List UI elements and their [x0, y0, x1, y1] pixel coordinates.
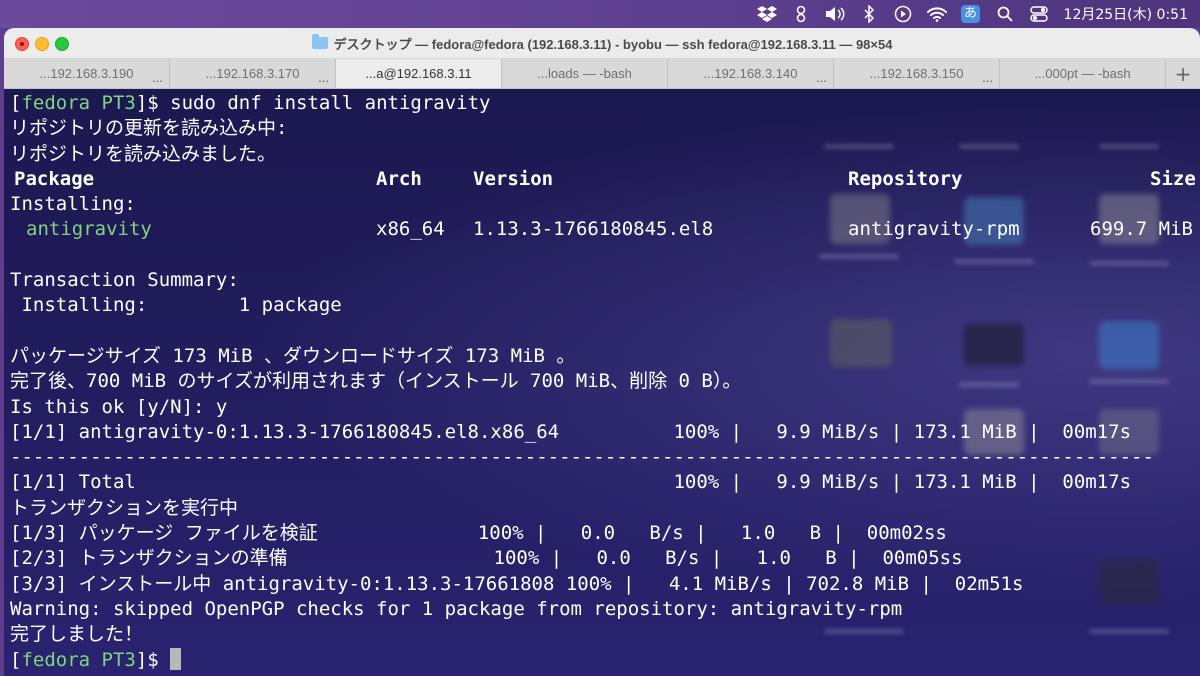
search-icon[interactable]	[991, 0, 1019, 28]
tab-label: ...192.168.3.190	[39, 66, 134, 81]
output-line: パッケージサイズ 173 MiB 、ダウンロードサイズ 173 MiB 。	[10, 344, 576, 367]
window-title-wrap: デスクトップ — fedora@fedora (192.168.3.11) - …	[311, 34, 893, 53]
output-line: [2/3] トランザクションの準備 100% | 0.0 B/s | 1.0 B…	[10, 547, 963, 570]
output-line: トランザクションを実行中	[10, 496, 239, 519]
prompt-open: [	[10, 92, 22, 114]
menu-bar: あ 12月25日(木) 0:51	[0, 0, 1200, 28]
terminal-content[interactable]: [fedora PT3]$ sudo dnf install antigravi…	[4, 89, 1200, 676]
tab-label: ...loads — -bash	[537, 66, 632, 81]
output-line: リポジトリの更新を読み込み中:	[10, 117, 288, 140]
tab-bar: ...192.168.3.190... ...192.168.3.170... …	[4, 59, 1200, 89]
prompt-open: [	[10, 648, 22, 671]
tab-6[interactable]: ...192.168.3.150...	[834, 59, 1000, 88]
tab-label: ...a@192.168.3.11	[365, 66, 472, 81]
tab-7[interactable]: ...000pt — -bash	[1000, 59, 1166, 88]
prompt-host: fedora PT3	[21, 92, 136, 114]
tab-3-active[interactable]: ...a@192.168.3.11	[336, 59, 502, 88]
output-line: Is this ok [y/N]: y	[10, 395, 228, 418]
output-line: [3/3] インストール中 antigravity-0:1.13.3-17661…	[10, 572, 1024, 595]
output-line: リポジトリを読み込みました。	[10, 142, 277, 165]
output-line: 完了後、700 MiB のサイズが利用されます（インストール 700 MiB、削…	[10, 370, 742, 393]
zoom-button[interactable]	[55, 37, 69, 51]
prompt-line: [fedora PT3]$	[10, 647, 1200, 673]
prompt-close: ]$	[135, 648, 159, 671]
output-line: Warning: skipped OpenPGP checks for 1 pa…	[10, 597, 903, 620]
tab-5[interactable]: ...192.168.3.140...	[668, 59, 834, 88]
close-button[interactable]	[15, 37, 29, 51]
prompt-close: ]$	[135, 92, 159, 114]
folder-icon	[311, 34, 328, 49]
tab-label: ...192.168.3.170	[205, 66, 300, 81]
play-icon[interactable]	[889, 0, 917, 28]
tab-label: ...192.168.3.140	[703, 66, 798, 81]
control-center-icon[interactable]	[1025, 0, 1053, 28]
tab-2[interactable]: ...192.168.3.170...	[170, 59, 336, 88]
header-repository: Repository	[848, 167, 963, 190]
prompt-host: fedora PT3	[21, 648, 136, 671]
wifi-icon[interactable]	[923, 0, 951, 28]
tab-1[interactable]: ...192.168.3.190...	[4, 59, 170, 88]
output-line: Installing:	[10, 193, 136, 216]
evernote-icon[interactable]	[787, 0, 815, 28]
tab-activity-dots: ...	[318, 70, 329, 85]
tab-4[interactable]: ...loads — -bash	[502, 59, 668, 88]
prompt-line: [fedora PT3]$ sudo dnf install antigravi…	[10, 91, 1200, 116]
header-package: Package	[14, 167, 95, 190]
title-bar[interactable]: デスクトップ — fedora@fedora (192.168.3.11) - …	[4, 28, 1200, 59]
command-text: sudo dnf install antigravity	[158, 92, 491, 114]
header-size: Size	[1150, 167, 1196, 190]
header-version: Version	[473, 167, 554, 190]
package-repository: antigravity-rpm	[848, 218, 1020, 241]
package-size: 699.7 MiB	[1090, 218, 1193, 241]
terminal-output: [fedora PT3]$ sudo dnf install antigravi…	[10, 91, 1200, 673]
input-method-label: あ	[961, 5, 981, 23]
separator-line: ----------------------------------------…	[10, 446, 1154, 469]
tab-activity-dots: ...	[982, 70, 993, 85]
terminal-window: デスクトップ — fedora@fedora (192.168.3.11) - …	[4, 28, 1200, 676]
package-version: 1.13.3-1766180845.el8	[473, 218, 714, 241]
output-line: [1/1] Total 100% | 9.9 MiB/s | 173.1 MiB…	[10, 471, 1132, 494]
input-method-icon[interactable]: あ	[957, 0, 985, 28]
new-tab-button[interactable]: +	[1166, 59, 1200, 88]
menu-clock[interactable]: 12月25日(木) 0:51	[1064, 4, 1188, 24]
output-line: Transaction Summary:	[10, 269, 239, 292]
dropbox-icon[interactable]	[753, 0, 781, 28]
output-line: [1/3] パッケージ ファイルを検証 100% | 0.0 B/s | 1.0…	[10, 522, 947, 545]
tab-label: ...000pt — -bash	[1034, 66, 1131, 81]
package-name: antigravity	[26, 218, 152, 241]
tab-label: ...192.168.3.150	[869, 66, 964, 81]
package-row: antigravity x86_64 1.13.3-1766180845.el8…	[10, 217, 1200, 242]
window-title: デスクトップ — fedora@fedora (192.168.3.11) - …	[333, 36, 893, 52]
output-line: Installing: 1 package	[10, 294, 342, 317]
package-arch: x86_64	[376, 218, 445, 241]
minimize-button[interactable]	[35, 37, 49, 51]
tab-activity-dots: ...	[816, 70, 827, 85]
output-line: [1/1] antigravity-0:1.13.3-1766180845.el…	[10, 420, 1132, 443]
header-arch: Arch	[376, 167, 422, 190]
volume-icon[interactable]	[821, 0, 849, 28]
output-line: 完了しました！	[10, 623, 144, 646]
text-cursor	[170, 647, 182, 670]
tab-activity-dots: ...	[152, 70, 163, 85]
table-header-line: Package Arch Version Repository Size	[10, 167, 1200, 192]
bluetooth-icon[interactable]	[855, 0, 883, 28]
